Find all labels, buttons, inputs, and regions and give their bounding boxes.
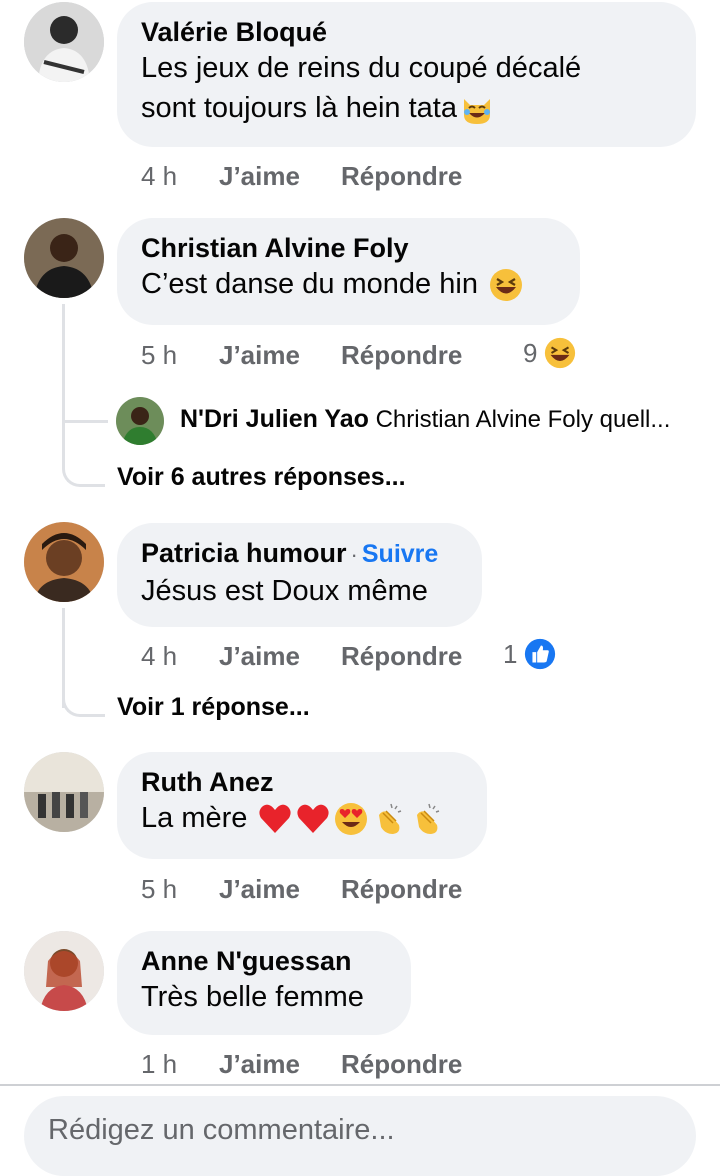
thread-connector: [62, 690, 105, 717]
clapping-hands-emoji: [409, 801, 445, 837]
like-button[interactable]: J’aime: [219, 161, 341, 192]
laughing-emoji: [543, 336, 577, 370]
thumbs-up-icon: [523, 637, 557, 671]
avatar-ruth[interactable]: [24, 752, 104, 832]
avatar-ndri[interactable]: [116, 397, 164, 445]
comment-input[interactable]: Rédigez un commentaire...: [24, 1096, 696, 1176]
reaction-count: 1: [503, 638, 518, 669]
comment-author[interactable]: Valérie Bloqué: [141, 16, 672, 48]
like-button[interactable]: J’aime: [219, 874, 341, 905]
comment-actions: 5 h J’aime Répondre: [141, 869, 462, 909]
heart-eyes-emoji: [333, 801, 369, 837]
comment-time[interactable]: 4 h: [141, 161, 219, 192]
comment-actions: 4 h J’aime Répondre: [141, 156, 462, 196]
comment-actions: 5 h J’aime Répondre: [141, 335, 462, 375]
comment-author-line: Patricia humour · Suivre: [141, 537, 458, 571]
comment-text: Jésus est Doux même: [141, 575, 428, 607]
reply-preview[interactable]: N'Dri Julien Yao Christian Alvine Foly q…: [180, 405, 670, 434]
avatar-patricia[interactable]: [24, 522, 104, 602]
heart-emoji: [295, 801, 331, 837]
reply-button[interactable]: Répondre: [341, 641, 462, 672]
separator-dot: ·: [350, 542, 358, 567]
comment-author[interactable]: Ruth Anez: [141, 766, 463, 798]
clapping-hands-emoji: [371, 801, 407, 837]
avatar-valerie[interactable]: [24, 2, 104, 82]
comment-author[interactable]: Anne N'guessan: [141, 945, 387, 977]
joy-cat-emoji: [459, 91, 495, 127]
view-more-replies-link[interactable]: Voir 1 réponse...: [117, 693, 310, 722]
comment-actions: 4 h J’aime Répondre: [141, 636, 462, 676]
comment-text: La mère: [141, 798, 463, 838]
composer-divider: [0, 1084, 720, 1086]
reaction-count: 9: [523, 337, 538, 368]
avatar-christian[interactable]: [24, 218, 104, 298]
comment-time[interactable]: 4 h: [141, 641, 219, 672]
comment-bubble: Christian Alvine Foly C’est danse du mon…: [117, 218, 580, 325]
view-more-replies-link[interactable]: Voir 6 autres réponses...: [117, 463, 406, 492]
comment-text: Les jeux de reins du coupé décalé: [141, 52, 582, 84]
reply-button[interactable]: Répondre: [341, 161, 462, 192]
reaction-summary[interactable]: 9: [523, 336, 577, 370]
comment-text: Très belle femme: [141, 981, 364, 1013]
comment-actions: 1 h J’aime Répondre: [141, 1044, 462, 1084]
comment-time[interactable]: 5 h: [141, 340, 219, 371]
comment-bubble: Anne N'guessan Très belle femme: [117, 931, 411, 1035]
thread-line: [62, 304, 65, 404]
comment-time[interactable]: 5 h: [141, 874, 219, 905]
reply-button[interactable]: Répondre: [341, 340, 462, 371]
reply-author[interactable]: N'Dri Julien Yao: [180, 405, 369, 433]
like-button[interactable]: J’aime: [219, 340, 341, 371]
comment-bubble: Patricia humour · Suivre Jésus est Doux mê…: [117, 523, 482, 627]
reaction-summary[interactable]: 1: [503, 637, 557, 671]
follow-button[interactable]: Suivre: [362, 540, 438, 568]
like-button[interactable]: J’aime: [219, 641, 341, 672]
heart-emoji: [257, 801, 293, 837]
laughing-emoji: [488, 267, 524, 303]
reply-button[interactable]: Répondre: [341, 874, 462, 905]
thread-connector: [62, 404, 105, 487]
comment-text-line2: sont toujours là hein tata: [141, 88, 672, 128]
avatar-anne[interactable]: [24, 931, 104, 1011]
comment-text: C’est danse du monde hin: [141, 264, 556, 304]
comment-author[interactable]: Christian Alvine Foly: [141, 232, 556, 264]
reply-text: Christian Alvine Foly quell...: [375, 406, 671, 433]
comment-bubble: Valérie Bloqué Les jeux de reins du coup…: [117, 2, 696, 147]
reply-button[interactable]: Répondre: [341, 1049, 462, 1080]
comment-author[interactable]: Patricia humour: [141, 538, 347, 568]
comment-bubble: Ruth Anez La mère: [117, 752, 487, 859]
like-button[interactable]: J’aime: [219, 1049, 341, 1080]
comment-time[interactable]: 1 h: [141, 1049, 219, 1080]
